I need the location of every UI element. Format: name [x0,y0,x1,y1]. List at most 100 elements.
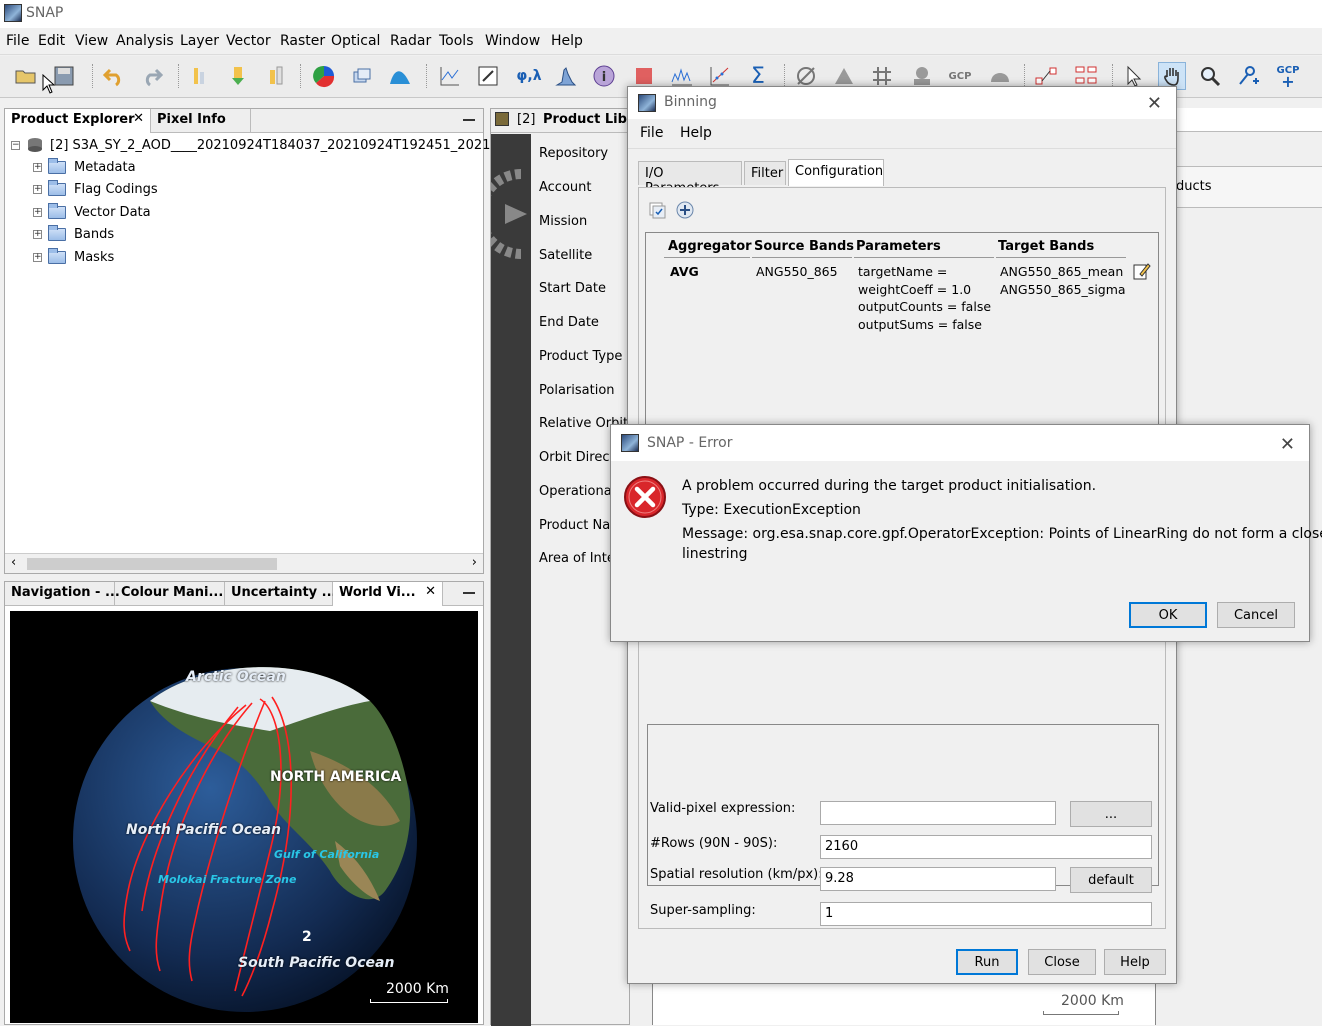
histogram-icon[interactable] [552,62,580,90]
super-sampling-label: Super-sampling: [650,903,756,918]
title-bar: SNAP [0,0,1322,28]
expand-icon[interactable]: + [33,162,42,172]
edit-aggregator-icon[interactable] [1132,261,1152,281]
scale-bar [370,999,448,1003]
folder-icon [48,179,66,196]
profile-plot-icon[interactable] [436,62,464,90]
open-product-icon[interactable] [12,62,40,90]
tree-node-metadata[interactable]: + Metadata [33,157,136,177]
export-icon[interactable] [262,62,290,90]
redo-icon[interactable] [138,62,166,90]
cell-source-bands: ANG550_865 [756,264,838,279]
copy-config-icon[interactable] [647,200,667,220]
close-icon[interactable]: ✕ [1280,434,1295,455]
spatial-resolution-label: Spatial resolution (km/px): [650,867,823,882]
menu-optical[interactable]: Optical [331,33,380,49]
cancel-button[interactable]: Cancel [1217,602,1295,628]
menu-help[interactable]: Help [551,33,583,49]
menu-view[interactable]: View [75,33,108,49]
valid-pixel-editor-button[interactable]: ... [1070,801,1152,827]
tab-world-view[interactable]: World Vi... ✕ [333,582,443,606]
menu-raster[interactable]: Raster [280,33,325,49]
menu-analysis[interactable]: Analysis [116,33,174,49]
wave-icon[interactable] [386,62,414,90]
expand-icon[interactable]: + [33,207,42,217]
folder-icon [48,157,66,174]
tab-pixel-info[interactable]: Pixel Info [151,109,251,133]
error-message-line1: A problem occurred during the target pro… [682,478,1097,494]
label-north-pacific: North Pacific Ocean [126,822,281,838]
zoom-tool-icon[interactable] [1196,62,1224,90]
menu-tools[interactable]: Tools [439,33,474,49]
menu-edit[interactable]: Edit [38,33,65,49]
super-sampling-input[interactable]: 1 [820,902,1152,926]
error-dialog: SNAP - Error ✕ A problem occurred during… [610,424,1322,642]
close-icon[interactable]: ✕ [425,584,436,599]
label-satellite: Satellite [539,248,593,263]
default-resolution-button[interactable]: default [1070,867,1152,893]
tree-node-bands[interactable]: + Bands [33,224,114,244]
tree-node-vector-data[interactable]: + Vector Data [33,202,151,222]
binning-menu-help[interactable]: Help [680,125,712,141]
minimize-icon[interactable] [463,592,475,594]
menu-file[interactable]: File [6,33,29,49]
tab-navigation[interactable]: Navigation - ... [5,582,120,606]
valid-pixel-input[interactable] [820,801,1056,825]
menu-layer[interactable]: Layer [180,33,219,49]
tab-io-parameters[interactable]: I/O Parameters [638,161,742,196]
tree-node-flag-codings[interactable]: + Flag Codings [33,179,158,199]
header-source-bands: Source Bands [754,239,854,254]
undo-icon[interactable] [100,62,128,90]
expand-icon[interactable]: + [33,252,42,262]
refresh-icon[interactable] [491,154,531,274]
menu-vector[interactable]: Vector [226,33,271,49]
tab-filter[interactable]: Filter [744,161,786,185]
import-icon[interactable] [224,62,252,90]
world-view-canvas[interactable]: Arctic Ocean NORTH AMERICA North Pacific… [10,611,478,1023]
tab-product-library[interactable]: Product Libr [543,112,633,127]
close-icon[interactable]: ✕ [1147,93,1162,114]
tab-configuration[interactable]: Configuration [788,159,884,186]
geo-coding-icon[interactable]: φ,λ [512,62,546,90]
expand-icon[interactable]: + [33,184,42,194]
scroll-right-icon[interactable]: › [472,555,477,570]
scrollbar-thumb[interactable] [27,558,277,570]
spatial-resolution-input[interactable]: 9.28 [820,867,1056,891]
rgb-image-icon[interactable] [310,62,338,90]
error-message-type: Type: ExecutionException [682,502,861,518]
add-aggregator-icon[interactable] [675,200,695,220]
tree-root-product[interactable]: − [2] S3A_SY_2_AOD____20210924T184037_20… [11,135,499,155]
tree-node-masks[interactable]: + Masks [33,247,114,267]
menu-radar[interactable]: Radar [390,33,431,49]
snap-app-icon [621,434,639,452]
tab-product-explorer[interactable]: Product Explorer ✕ [5,109,151,133]
run-button[interactable]: Run [956,949,1018,975]
rows-input[interactable]: 2160 [820,835,1152,859]
label-repository: Repository [539,146,609,161]
horizontal-scrollbar[interactable]: ‹ › [5,553,483,573]
edit-icon[interactable] [474,62,502,90]
tab-colour-manipulation[interactable]: Colour Mani... [115,582,225,606]
node-label: Masks [74,249,115,265]
minimize-icon[interactable] [463,119,475,121]
scroll-left-icon[interactable]: ‹ [11,555,16,570]
binning-menu-file[interactable]: File [640,125,663,141]
error-message-detail: Message: org.esa.snap.core.gpf.OperatorE… [682,526,1322,542]
expand-icon[interactable]: + [33,229,42,239]
gcp-placing-tool-icon[interactable]: GCP + [1274,62,1302,90]
menu-window[interactable]: Window [485,33,540,49]
help-button[interactable]: Help [1104,949,1166,975]
band-maths-icon[interactable] [186,62,214,90]
close-icon[interactable]: ✕ [133,111,144,126]
information-icon[interactable]: i [590,62,618,90]
binning-tabs: I/O Parameters Filter Configuration [638,159,1164,196]
tab-uncertainty[interactable]: Uncertainty ... [225,582,336,606]
collapse-icon[interactable]: − [11,140,20,150]
label-area-of-interest: Area of Inte [539,551,615,566]
mouse-cursor-icon [42,74,56,94]
close-button[interactable]: Close [1028,949,1096,975]
layer-icon[interactable] [348,62,376,90]
ok-button[interactable]: OK [1129,602,1207,628]
pin-placing-tool-icon[interactable] [1234,62,1262,90]
label-orbit-direction: Orbit Directi [539,450,619,465]
